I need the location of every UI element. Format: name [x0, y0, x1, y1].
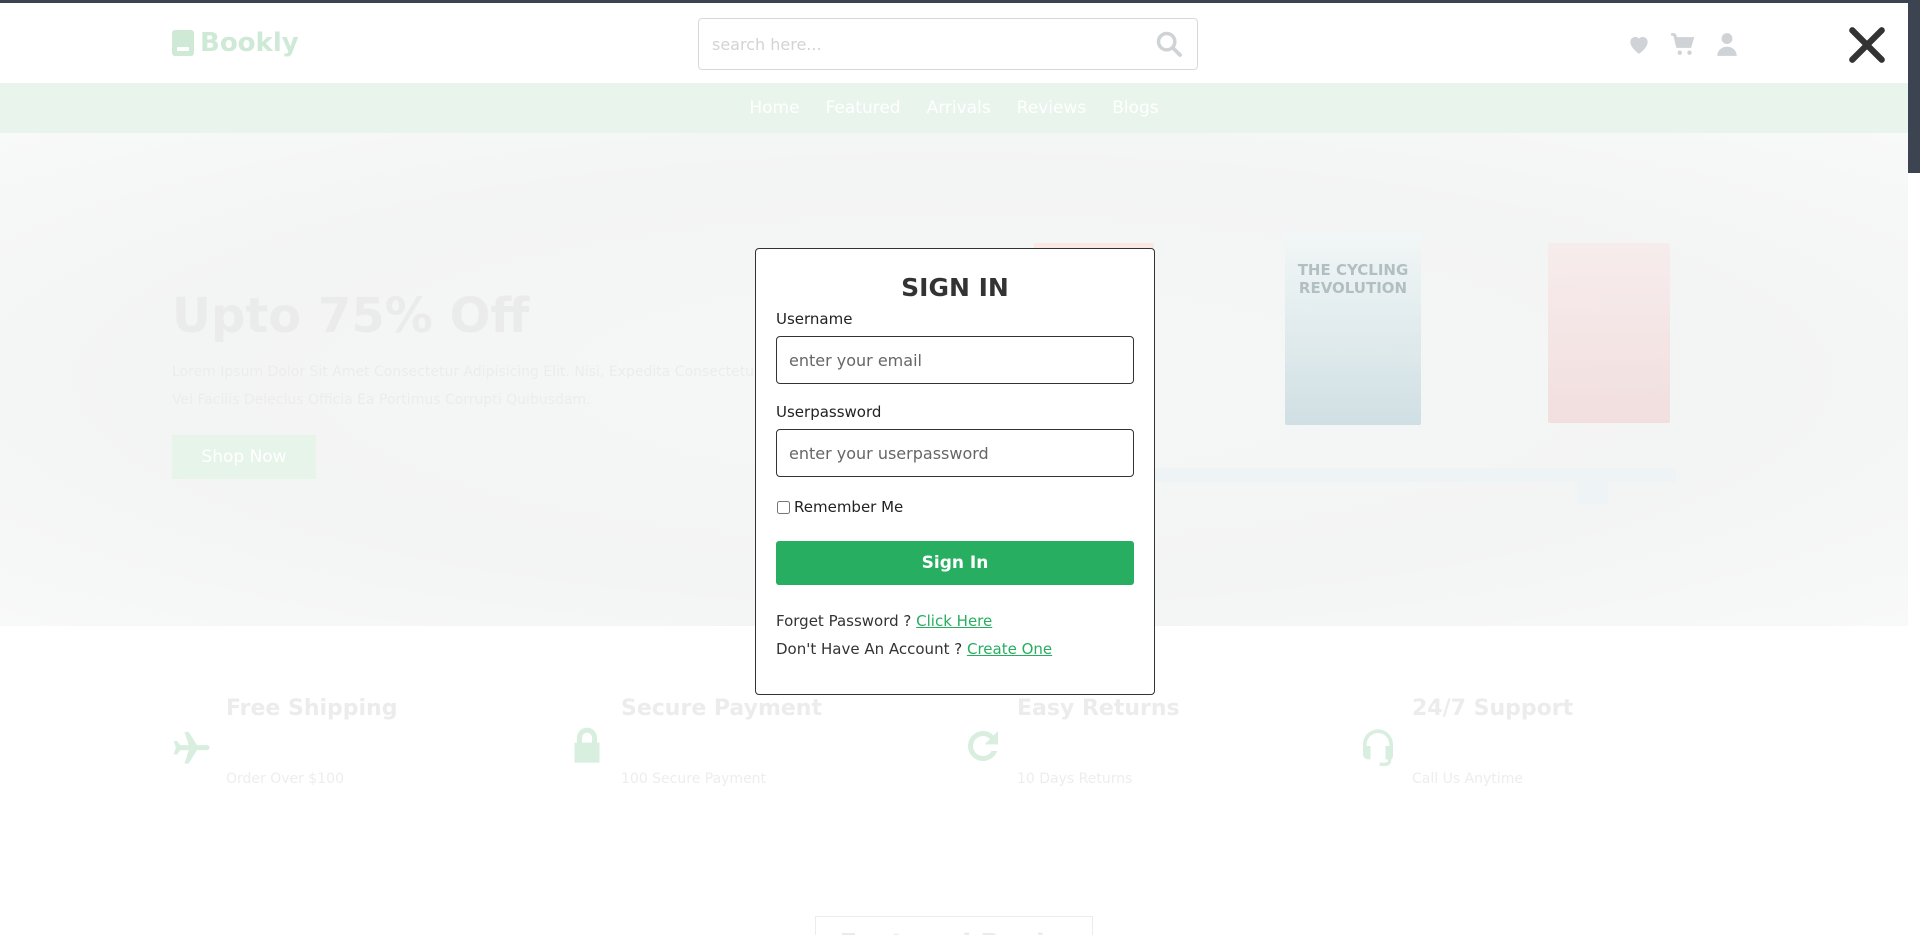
book-stand-leg	[1578, 482, 1608, 504]
forgot-password-link[interactable]: Click Here	[916, 612, 992, 630]
book-cover[interactable]: THE CYCLING REVOLUTION	[1285, 231, 1421, 425]
scrollbar-thumb[interactable]	[1908, 3, 1920, 173]
feature-title: Easy Returns	[1017, 696, 1180, 721]
nav-home[interactable]: Home	[749, 98, 799, 118]
create-account-text: Don't Have An Account ?	[776, 640, 963, 658]
book-icon	[172, 30, 194, 56]
nav-blogs[interactable]: Blogs	[1112, 98, 1158, 118]
navbar: Home Featured Arrivals Reviews Blogs	[0, 83, 1908, 133]
redo-icon	[963, 726, 1003, 766]
feature-title: 24/7 Support	[1412, 696, 1574, 721]
username-label: Username	[776, 310, 853, 328]
cart-icon[interactable]	[1670, 31, 1696, 57]
plane-icon	[172, 726, 212, 766]
logo[interactable]: Bookly	[172, 28, 299, 58]
feature-subtitle: 10 Days Returns	[1017, 771, 1133, 787]
headset-icon	[1358, 726, 1398, 766]
password-input[interactable]	[776, 429, 1134, 477]
feature-title: Secure Payment	[621, 696, 822, 721]
remember-me-row: Remember Me	[776, 498, 1134, 516]
feature-subtitle: Call Us Anytime	[1412, 771, 1523, 787]
book-title: THE CYCLING REVOLUTION	[1297, 261, 1409, 297]
feature-subtitle: 100 Secure Payment	[621, 771, 767, 787]
brand-name: Bookly	[200, 28, 299, 58]
shop-now-button[interactable]: Shop Now	[172, 435, 316, 479]
close-icon[interactable]	[1846, 24, 1888, 66]
nav-reviews[interactable]: Reviews	[1017, 98, 1087, 118]
book-cover[interactable]	[1548, 243, 1670, 423]
feature-title: Free Shipping	[226, 696, 398, 721]
header: Bookly	[0, 3, 1908, 83]
create-account-row: Don't Have An Account ? Create One	[776, 640, 1134, 658]
book-stand	[1130, 468, 1676, 482]
search-icon[interactable]	[1155, 30, 1183, 58]
nav-featured[interactable]: Featured	[826, 98, 901, 118]
header-icons	[1626, 31, 1740, 57]
lock-icon	[567, 726, 607, 766]
password-label: Userpassword	[776, 403, 882, 421]
user-icon[interactable]	[1714, 31, 1740, 57]
hero-text: Lorem Ipsum Dolor Sit Amet Consectetur A…	[172, 364, 760, 408]
search-input[interactable]	[699, 19, 1139, 69]
sign-in-modal: SIGN IN Username Userpassword Remember M…	[755, 248, 1155, 695]
forgot-password-row: Forget Password ? Click Here	[776, 612, 1134, 630]
create-account-link[interactable]: Create One	[967, 640, 1052, 658]
modal-title: SIGN IN	[901, 273, 1009, 302]
username-input[interactable]	[776, 336, 1134, 384]
nav-arrivals[interactable]: Arrivals	[927, 98, 991, 118]
featured-heading: Featured Books	[815, 916, 1093, 935]
search-form	[698, 18, 1198, 70]
heart-icon[interactable]	[1626, 31, 1652, 57]
remember-me-label[interactable]: Remember Me	[794, 498, 903, 516]
remember-me-checkbox[interactable]	[777, 500, 790, 514]
hero-title: Upto 75% Off	[172, 288, 530, 344]
forgot-password-text: Forget Password ?	[776, 612, 912, 630]
sign-in-button[interactable]: Sign In	[776, 541, 1134, 585]
feature-subtitle: Order Over $100	[226, 771, 344, 787]
